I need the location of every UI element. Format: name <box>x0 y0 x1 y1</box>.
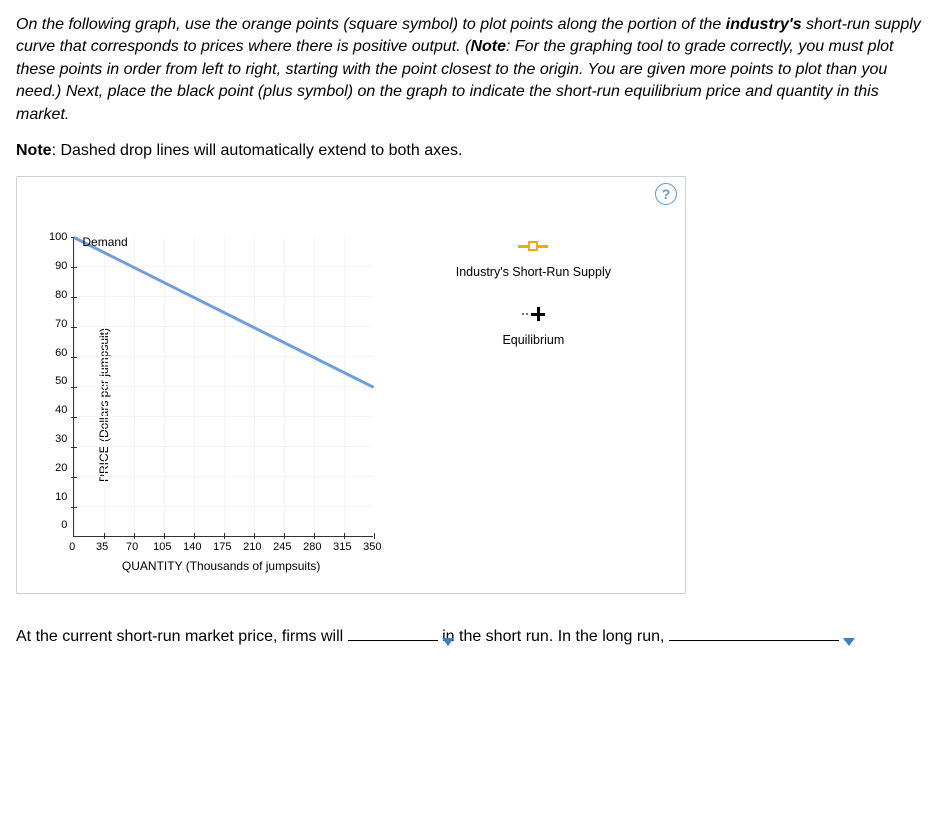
xtick: 140 <box>183 541 201 553</box>
q-text2: in the short run. In the long run, <box>442 628 669 645</box>
demand-line <box>74 237 375 390</box>
xtick: 315 <box>333 541 351 553</box>
xtick: 280 <box>303 541 321 553</box>
note-line: Note: Dashed drop lines will automatical… <box>16 140 934 162</box>
ytick: 80 <box>49 289 67 301</box>
question-text: At the current short-run market price, f… <box>16 624 934 650</box>
equilibrium-tool-label: Equilibrium <box>433 333 633 347</box>
note-label: Note <box>16 142 52 159</box>
x-ticks: 0 35 70 105 140 175 210 245 280 315 350 <box>72 541 372 553</box>
xtick: 210 <box>243 541 261 553</box>
xtick: 70 <box>123 541 141 553</box>
ytick: 100 <box>49 231 67 243</box>
dropdown-blank-2[interactable] <box>669 640 839 641</box>
ytick: 20 <box>49 462 67 474</box>
supply-tool[interactable]: Industry's Short-Run Supply <box>433 237 633 279</box>
graph-tools-palette: Industry's Short-Run Supply Equilibrium <box>433 237 633 573</box>
instr-text: On the following graph, use the orange p… <box>16 16 726 33</box>
chevron-down-icon <box>442 638 454 646</box>
note-text: : Dashed drop lines will automatically e… <box>52 142 463 159</box>
demand-series-label: Demand <box>82 235 127 249</box>
ytick: 0 <box>49 519 67 531</box>
equilibrium-tool[interactable]: Equilibrium <box>433 305 633 347</box>
ytick: 70 <box>49 318 67 330</box>
orange-square-icon <box>433 237 633 255</box>
xtick: 105 <box>153 541 171 553</box>
graph-panel: ? PRICE (Dollars per jumpsuit) 100 90 80… <box>16 176 686 594</box>
xtick: 35 <box>93 541 111 553</box>
xtick: 175 <box>213 541 231 553</box>
ytick: 90 <box>49 260 67 272</box>
xtick: 350 <box>363 541 381 553</box>
ytick: 60 <box>49 347 67 359</box>
help-icon: ? <box>662 186 671 202</box>
y-axis-label-wrap: PRICE (Dollars per jumpsuit) <box>27 237 49 573</box>
plot-area[interactable]: Demand <box>73 237 373 537</box>
ytick: 10 <box>49 491 67 503</box>
black-plus-icon <box>433 305 633 323</box>
ytick: 50 <box>49 375 67 387</box>
instructions-paragraph: On the following graph, use the orange p… <box>16 14 934 126</box>
y-ticks: 100 90 80 70 60 50 40 30 20 10 0 <box>49 231 73 531</box>
ytick: 30 <box>49 433 67 445</box>
help-button[interactable]: ? <box>655 183 677 205</box>
supply-tool-label: Industry's Short-Run Supply <box>433 265 633 279</box>
xtick: 245 <box>273 541 291 553</box>
instr-bold-industry: industry's <box>726 16 802 33</box>
instr-bold-note: Note <box>470 38 506 55</box>
dropdown-blank-1[interactable] <box>348 640 438 641</box>
ytick: 40 <box>49 404 67 416</box>
q-text1: At the current short-run market price, f… <box>16 628 348 645</box>
chevron-down-icon <box>843 638 855 646</box>
xtick: 0 <box>63 541 81 553</box>
x-axis-label: QUANTITY (Thousands of jumpsuits) <box>122 559 321 573</box>
